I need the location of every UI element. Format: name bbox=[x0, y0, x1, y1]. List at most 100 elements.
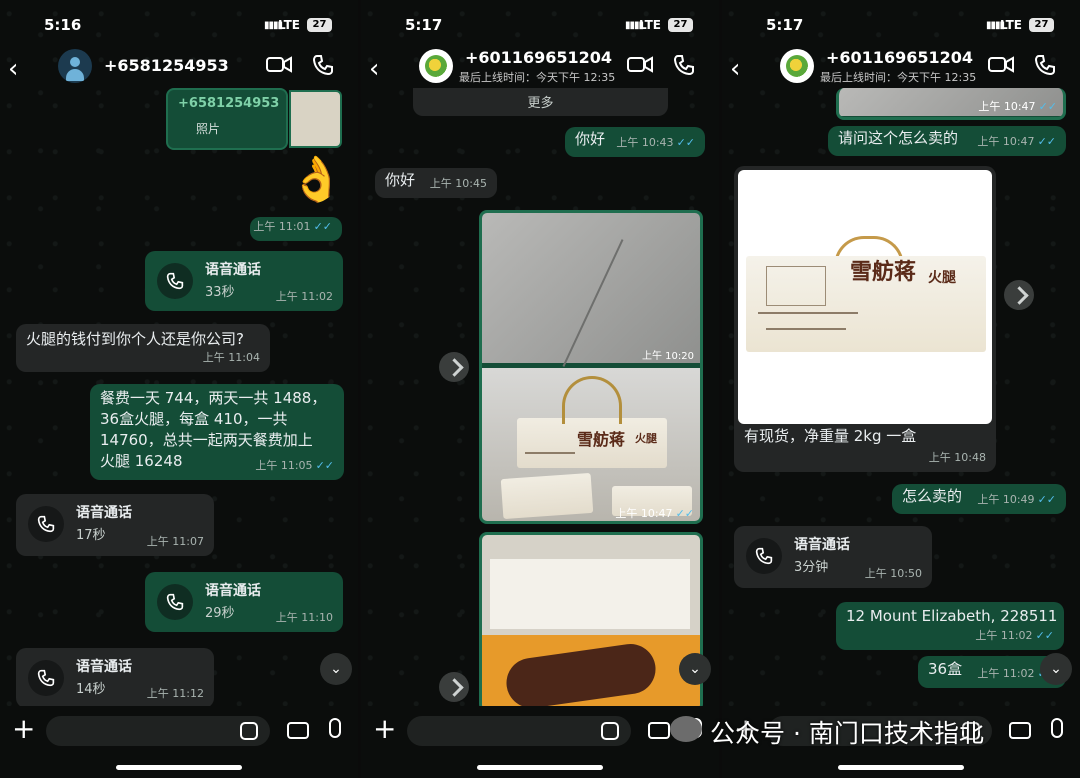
sticker-icon[interactable] bbox=[601, 722, 619, 740]
call-title: 语音通话 bbox=[205, 583, 261, 599]
phone-call-icon[interactable] bbox=[1034, 54, 1056, 76]
chat-panel-2: 5:17 ▮▮▮▮ LTE 27 ‹ +601169651204 最后上线时间：… bbox=[361, 0, 719, 778]
network-label: LTE bbox=[999, 18, 1022, 32]
voice-call-message[interactable]: 语音通话 17秒 上午 11:07 bbox=[16, 494, 214, 556]
truncated-message[interactable]: 更多 bbox=[413, 88, 668, 116]
call-duration: 17秒 bbox=[76, 528, 106, 543]
sticker-icon[interactable] bbox=[240, 722, 258, 740]
outgoing-message[interactable]: 请问这个怎么卖的 上午 10:47 ✓✓ bbox=[828, 126, 1066, 156]
call-title: 语音通话 bbox=[76, 505, 132, 521]
camera-icon[interactable] bbox=[287, 722, 309, 739]
back-arrow-icon[interactable]: ‹ bbox=[369, 54, 379, 84]
ok-emoji: 👌 bbox=[289, 154, 344, 205]
chat-header: ‹ +601169651204 最后上线时间：今天下午 12:35 bbox=[361, 44, 719, 92]
ham-box-photo[interactable]: 雪舫蒋 火腿 bbox=[482, 368, 700, 521]
back-arrow-icon[interactable]: ‹ bbox=[8, 54, 18, 84]
message-time: 上午 10:47 ✓✓ bbox=[977, 135, 1056, 148]
status-time: 5:16 bbox=[44, 16, 82, 34]
watermark: 公众号 · 南门口技术指北 bbox=[710, 719, 984, 748]
ham-box-photo[interactable]: 雪舫蒋 火腿 bbox=[738, 170, 992, 424]
scroll-down-button[interactable]: ⌄ bbox=[679, 653, 711, 685]
call-title: 语音通话 bbox=[794, 537, 850, 553]
message-line: 14760，总共一起两天餐费加上 bbox=[100, 431, 313, 449]
video-call-icon[interactable] bbox=[627, 56, 653, 73]
forward-icon[interactable] bbox=[1004, 280, 1034, 310]
incoming-message[interactable]: 你好 上午 10:45 bbox=[375, 168, 497, 198]
more-link[interactable]: 更多 bbox=[413, 92, 668, 111]
outgoing-message[interactable]: 你好 上午 10:43 ✓✓ bbox=[565, 127, 705, 157]
voice-call-message[interactable]: 语音通话 33秒 上午 11:02 bbox=[145, 251, 343, 311]
message-time: 上午 11:02✓✓ bbox=[975, 629, 1054, 642]
message-time: 上午 11:05 ✓✓ bbox=[255, 459, 334, 472]
contact-card-panel[interactable]: +6581254953 照片 bbox=[166, 88, 288, 150]
phone-call-icon[interactable] bbox=[312, 54, 334, 76]
scroll-down-button[interactable]: ⌄ bbox=[1040, 653, 1072, 685]
scroll-down-button[interactable]: ⌄ bbox=[320, 653, 352, 685]
battery-icon: 27 bbox=[668, 18, 693, 32]
plus-icon[interactable]: + bbox=[12, 712, 35, 745]
missed-call-icon bbox=[746, 538, 782, 574]
floor-photo[interactable] bbox=[482, 213, 700, 367]
message-line: 餐费一天 744，两天一共 1488， bbox=[100, 389, 327, 407]
image-time: 上午 10:47 ✓✓ bbox=[615, 507, 694, 520]
wechat-logo-icon bbox=[670, 716, 702, 742]
contact-name[interactable]: +601169651204 bbox=[465, 48, 612, 67]
message-input[interactable] bbox=[46, 716, 270, 746]
chat-header: ‹ +601169651204 最后上线时间：今天下午 12:35 bbox=[722, 44, 1080, 92]
call-duration: 29秒 bbox=[205, 606, 235, 621]
message-text: 有现货，净重量 2kg 一盒 bbox=[744, 427, 917, 445]
phone-call-icon[interactable] bbox=[673, 54, 695, 76]
message-text: 怎么卖的 bbox=[902, 487, 963, 505]
status-bar: 5:17 ▮▮▮▮ LTE 27 bbox=[361, 14, 719, 38]
avatar[interactable] bbox=[58, 49, 92, 83]
outgoing-message[interactable]: 怎么卖的 上午 10:49 ✓✓ bbox=[892, 484, 1066, 514]
forward-icon[interactable] bbox=[439, 352, 469, 382]
video-call-icon[interactable] bbox=[988, 56, 1014, 73]
voice-call-message[interactable]: 语音通话 29秒 上午 11:10 bbox=[145, 572, 343, 632]
incoming-message[interactable]: 火腿的钱付到你个人还是你公司? 上午 11:04 bbox=[16, 324, 270, 372]
voice-call-message[interactable]: 语音通话 3分钟 上午 10:50 bbox=[734, 526, 932, 588]
avatar[interactable] bbox=[780, 49, 814, 83]
avatar[interactable] bbox=[419, 49, 453, 83]
outgoing-message[interactable]: 餐费一天 744，两天一共 1488， 36盒火腿，每盒 410，一共 1476… bbox=[90, 384, 344, 480]
camera-icon[interactable] bbox=[1009, 722, 1031, 739]
message-time: 上午 11:10 bbox=[275, 611, 333, 624]
contact-card-thumbnail[interactable] bbox=[289, 90, 342, 148]
image-message[interactable]: 上午 10:20 雪舫蒋 火腿 上午 10:47 ✓✓ bbox=[479, 210, 703, 524]
microphone-icon[interactable] bbox=[1051, 718, 1063, 738]
battery-icon: 27 bbox=[307, 18, 332, 32]
video-call-icon[interactable] bbox=[266, 56, 292, 73]
network-label: LTE bbox=[277, 18, 300, 32]
camera-icon[interactable] bbox=[648, 722, 670, 739]
voice-call-message[interactable]: 语音通话 14秒 上午 11:12 bbox=[16, 648, 214, 708]
call-duration: 3分钟 bbox=[794, 560, 829, 575]
message-input[interactable] bbox=[407, 716, 631, 746]
image-time: 上午 10:20 bbox=[642, 351, 694, 362]
image-message[interactable]: 上午 10:47 ✓✓ bbox=[836, 88, 1066, 120]
status-time: 5:17 bbox=[766, 16, 804, 34]
forward-icon[interactable] bbox=[439, 672, 469, 702]
message-time: 上午 11:02 bbox=[275, 290, 333, 303]
status-bar: 5:16 ▮▮▮▮ LTE 27 bbox=[0, 14, 358, 38]
image-message[interactable] bbox=[479, 532, 703, 712]
composer-bar: + bbox=[361, 706, 719, 778]
contact-name[interactable]: +601169651204 bbox=[826, 48, 973, 67]
call-icon bbox=[157, 263, 193, 299]
contact-name[interactable]: +6581254953 bbox=[104, 56, 229, 75]
home-indicator bbox=[477, 765, 603, 770]
home-indicator bbox=[116, 765, 242, 770]
open-box-photo[interactable] bbox=[482, 535, 700, 709]
back-arrow-icon[interactable]: ‹ bbox=[730, 54, 740, 84]
message-text: 请问这个怎么卖的 bbox=[838, 129, 959, 147]
image-message[interactable]: 雪舫蒋 火腿 有现货，净重量 2kg 一盒 上午 10:48 bbox=[734, 166, 996, 472]
last-seen: 最后上线时间：今天下午 12:35 bbox=[459, 71, 616, 84]
message-time: 上午 10:49 ✓✓ bbox=[977, 493, 1056, 506]
emoji-time-bubble: 上午 11:01 ✓✓ bbox=[250, 217, 342, 241]
status-time: 5:17 bbox=[405, 16, 443, 34]
microphone-icon[interactable] bbox=[329, 718, 341, 738]
brand-text: 雪舫蒋 bbox=[850, 259, 917, 285]
chat-header: ‹ +6581254953 bbox=[0, 44, 358, 92]
outgoing-message[interactable]: 12 Mount Elizabeth, 228511 上午 11:02 ✓✓ bbox=[836, 602, 1064, 650]
message-time: 上午 10:45 bbox=[429, 177, 487, 190]
plus-icon[interactable]: + bbox=[373, 712, 396, 745]
